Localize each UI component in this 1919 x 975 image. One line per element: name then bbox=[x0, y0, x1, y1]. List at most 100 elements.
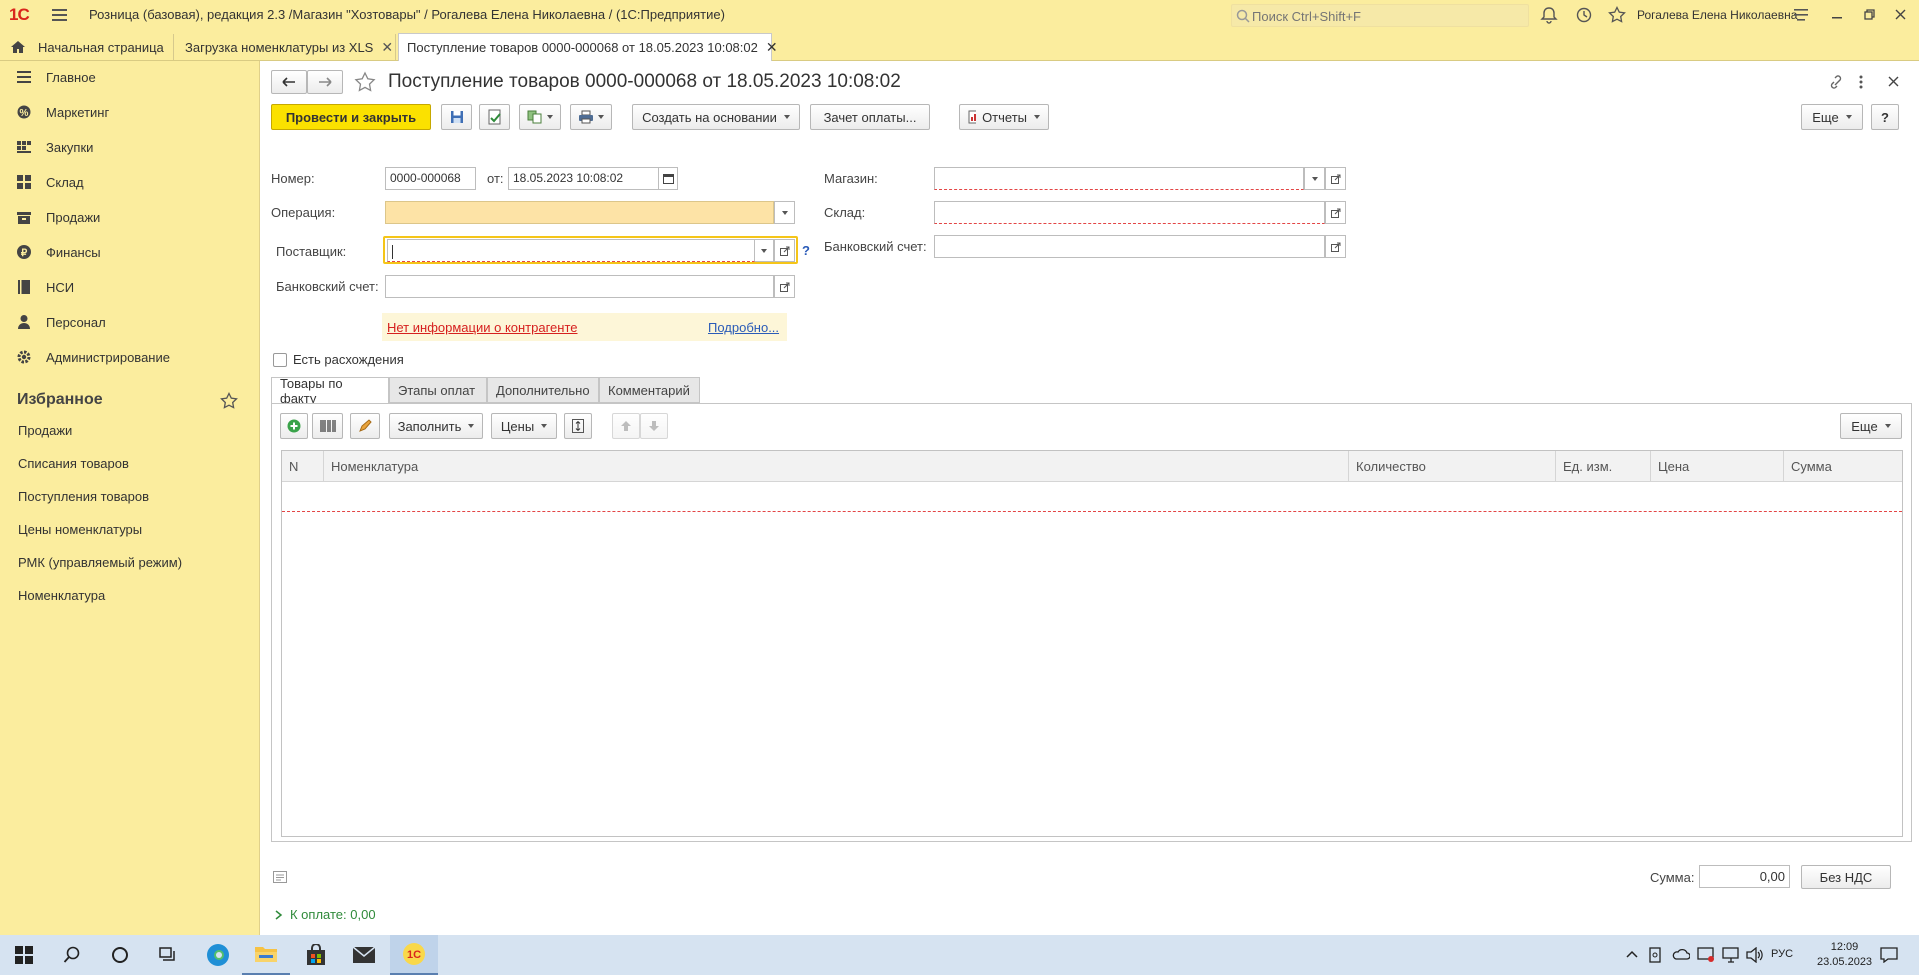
start-button[interactable] bbox=[0, 935, 48, 975]
global-search[interactable] bbox=[1231, 4, 1529, 27]
store-open-button[interactable] bbox=[1325, 167, 1346, 190]
edge-browser-button[interactable] bbox=[194, 935, 242, 975]
expand-button[interactable] bbox=[564, 413, 592, 439]
favorite-star-icon[interactable] bbox=[354, 71, 376, 93]
operation-dropdown[interactable] bbox=[774, 201, 795, 224]
sidebar-item-sales[interactable]: Продажи bbox=[0, 201, 259, 233]
print-button[interactable] bbox=[570, 104, 612, 130]
link-icon[interactable] bbox=[1827, 74, 1843, 90]
hamburger-menu-icon[interactable] bbox=[52, 8, 68, 22]
sidebar-item-personnel[interactable]: Персонал bbox=[0, 306, 259, 338]
sidebar-item-marketing[interactable]: % Маркетинг bbox=[0, 96, 259, 128]
store-dropdown[interactable] bbox=[1304, 167, 1325, 190]
calendar-button[interactable] bbox=[658, 167, 678, 190]
tray-chevron-up-icon[interactable] bbox=[1626, 950, 1638, 958]
tab-xls-import[interactable]: Загрузка номенклатуры из XLS ✕ bbox=[175, 34, 396, 60]
sidebar-item-administration[interactable]: Администрирование bbox=[0, 341, 259, 373]
onedrive-cloud-icon[interactable] bbox=[1672, 948, 1690, 960]
more-actions-icon[interactable] bbox=[1858, 74, 1864, 90]
post-and-close-button[interactable]: Провести и закрыть bbox=[271, 104, 431, 130]
barcode-button[interactable] bbox=[312, 413, 343, 439]
operation-field[interactable] bbox=[385, 201, 774, 224]
network-icon[interactable] bbox=[1722, 947, 1740, 963]
column-header-price[interactable]: Цена bbox=[1651, 451, 1784, 482]
move-up-button[interactable] bbox=[612, 413, 640, 439]
file-explorer-button[interactable] bbox=[242, 935, 290, 975]
prices-button[interactable]: Цены bbox=[491, 413, 557, 439]
store-bank-account-field[interactable] bbox=[934, 235, 1325, 258]
create-based-on-button[interactable]: Создать на основании bbox=[632, 104, 800, 130]
restore-icon[interactable] bbox=[1864, 9, 1876, 21]
edit-button[interactable] bbox=[350, 413, 380, 439]
warehouse-field[interactable] bbox=[934, 201, 1325, 224]
favorites-star-icon[interactable] bbox=[1608, 6, 1626, 24]
tab-home[interactable]: Начальная страница bbox=[0, 34, 174, 60]
comment-icon[interactable] bbox=[273, 871, 287, 883]
details-link[interactable]: Подробно... bbox=[708, 320, 779, 335]
notifications-center-icon[interactable] bbox=[1880, 947, 1898, 963]
column-header-nomenclature[interactable]: Номенклатура bbox=[324, 451, 1349, 482]
sidebar-item-main[interactable]: Главное bbox=[0, 61, 259, 93]
favorite-item[interactable]: Цены номенклатуры bbox=[18, 522, 142, 537]
date-field[interactable]: 18.05.2023 10:08:02 bbox=[508, 167, 659, 190]
tab-additional[interactable]: Дополнительно bbox=[487, 377, 599, 403]
more-button[interactable]: Еще bbox=[1801, 104, 1863, 130]
close-tab-icon[interactable]: ✕ bbox=[381, 39, 393, 56]
bank-account-open-button[interactable] bbox=[774, 275, 795, 298]
forward-button[interactable] bbox=[307, 70, 343, 94]
store-bank-account-open-button[interactable] bbox=[1325, 235, 1346, 258]
save-button[interactable] bbox=[441, 104, 472, 130]
number-field[interactable]: 0000-000068 bbox=[385, 167, 476, 190]
add-row-button[interactable] bbox=[280, 413, 308, 439]
notifications-bell-icon[interactable] bbox=[1540, 6, 1558, 24]
volume-icon[interactable] bbox=[1746, 947, 1764, 963]
warehouse-open-button[interactable] bbox=[1325, 201, 1346, 224]
tab-payment-stages[interactable]: Этапы оплат bbox=[389, 377, 487, 403]
store-field[interactable] bbox=[934, 167, 1304, 190]
store-app-button[interactable] bbox=[292, 935, 340, 975]
favorites-star-icon[interactable] bbox=[220, 392, 238, 410]
sidebar-item-warehouse[interactable]: Склад bbox=[0, 166, 259, 198]
taskbar-search-button[interactable] bbox=[48, 935, 96, 975]
tab-comment[interactable]: Комментарий bbox=[599, 377, 700, 403]
cortana-button[interactable] bbox=[96, 935, 144, 975]
sidebar-item-finance[interactable]: ₽ Финансы bbox=[0, 236, 259, 268]
supplier-help-link[interactable]: ? bbox=[802, 243, 810, 258]
input-language[interactable]: РУС bbox=[1771, 948, 1793, 960]
favorite-item[interactable]: Списания товаров bbox=[18, 456, 129, 471]
sidebar-item-purchases[interactable]: Закупки bbox=[0, 131, 259, 163]
bank-account-field[interactable] bbox=[385, 275, 774, 298]
payment-offset-button[interactable]: Зачет оплаты... bbox=[810, 104, 930, 130]
column-header-n[interactable]: N bbox=[282, 451, 324, 482]
column-header-sum[interactable]: Сумма bbox=[1784, 451, 1902, 482]
column-header-unit[interactable]: Ед. изм. bbox=[1556, 451, 1651, 482]
favorite-item[interactable]: Поступления товаров bbox=[18, 489, 149, 504]
supplier-open-button[interactable] bbox=[774, 239, 795, 262]
no-contractor-info-link[interactable]: Нет информации о контрагенте bbox=[387, 320, 578, 335]
vat-button[interactable]: Без НДС bbox=[1801, 865, 1891, 889]
sidebar-item-nsi[interactable]: НСИ bbox=[0, 271, 259, 303]
tab-goods-receipt[interactable]: Поступление товаров 0000-000068 от 18.05… bbox=[398, 33, 778, 61]
clock[interactable]: 12:09 23.05.2023 bbox=[1817, 940, 1872, 970]
help-button[interactable]: ? bbox=[1871, 104, 1899, 130]
column-header-quantity[interactable]: Количество bbox=[1349, 451, 1556, 482]
back-button[interactable] bbox=[271, 70, 307, 94]
move-down-button[interactable] bbox=[640, 413, 668, 439]
discrepancy-checkbox[interactable] bbox=[273, 353, 287, 367]
related-documents-button[interactable] bbox=[519, 104, 561, 130]
favorite-item[interactable]: Продажи bbox=[18, 423, 72, 438]
table-more-button[interactable]: Еще bbox=[1840, 413, 1902, 439]
mail-app-button[interactable] bbox=[340, 935, 388, 975]
fill-button[interactable]: Заполнить bbox=[389, 413, 483, 439]
close-form-icon[interactable] bbox=[1888, 76, 1899, 87]
post-button[interactable] bbox=[479, 104, 510, 130]
1c-app-button[interactable]: 1С bbox=[390, 935, 438, 975]
supplier-dropdown[interactable] bbox=[755, 239, 774, 262]
tray-monitor-alert-icon[interactable] bbox=[1697, 947, 1715, 963]
search-input[interactable] bbox=[1252, 7, 1522, 25]
tray-device-icon[interactable] bbox=[1648, 947, 1662, 963]
favorite-item[interactable]: РМК (управляемый режим) bbox=[18, 555, 182, 570]
minimize-icon[interactable] bbox=[1832, 9, 1844, 21]
favorite-item[interactable]: Номенклатура bbox=[18, 588, 105, 603]
history-icon[interactable] bbox=[1575, 6, 1593, 24]
